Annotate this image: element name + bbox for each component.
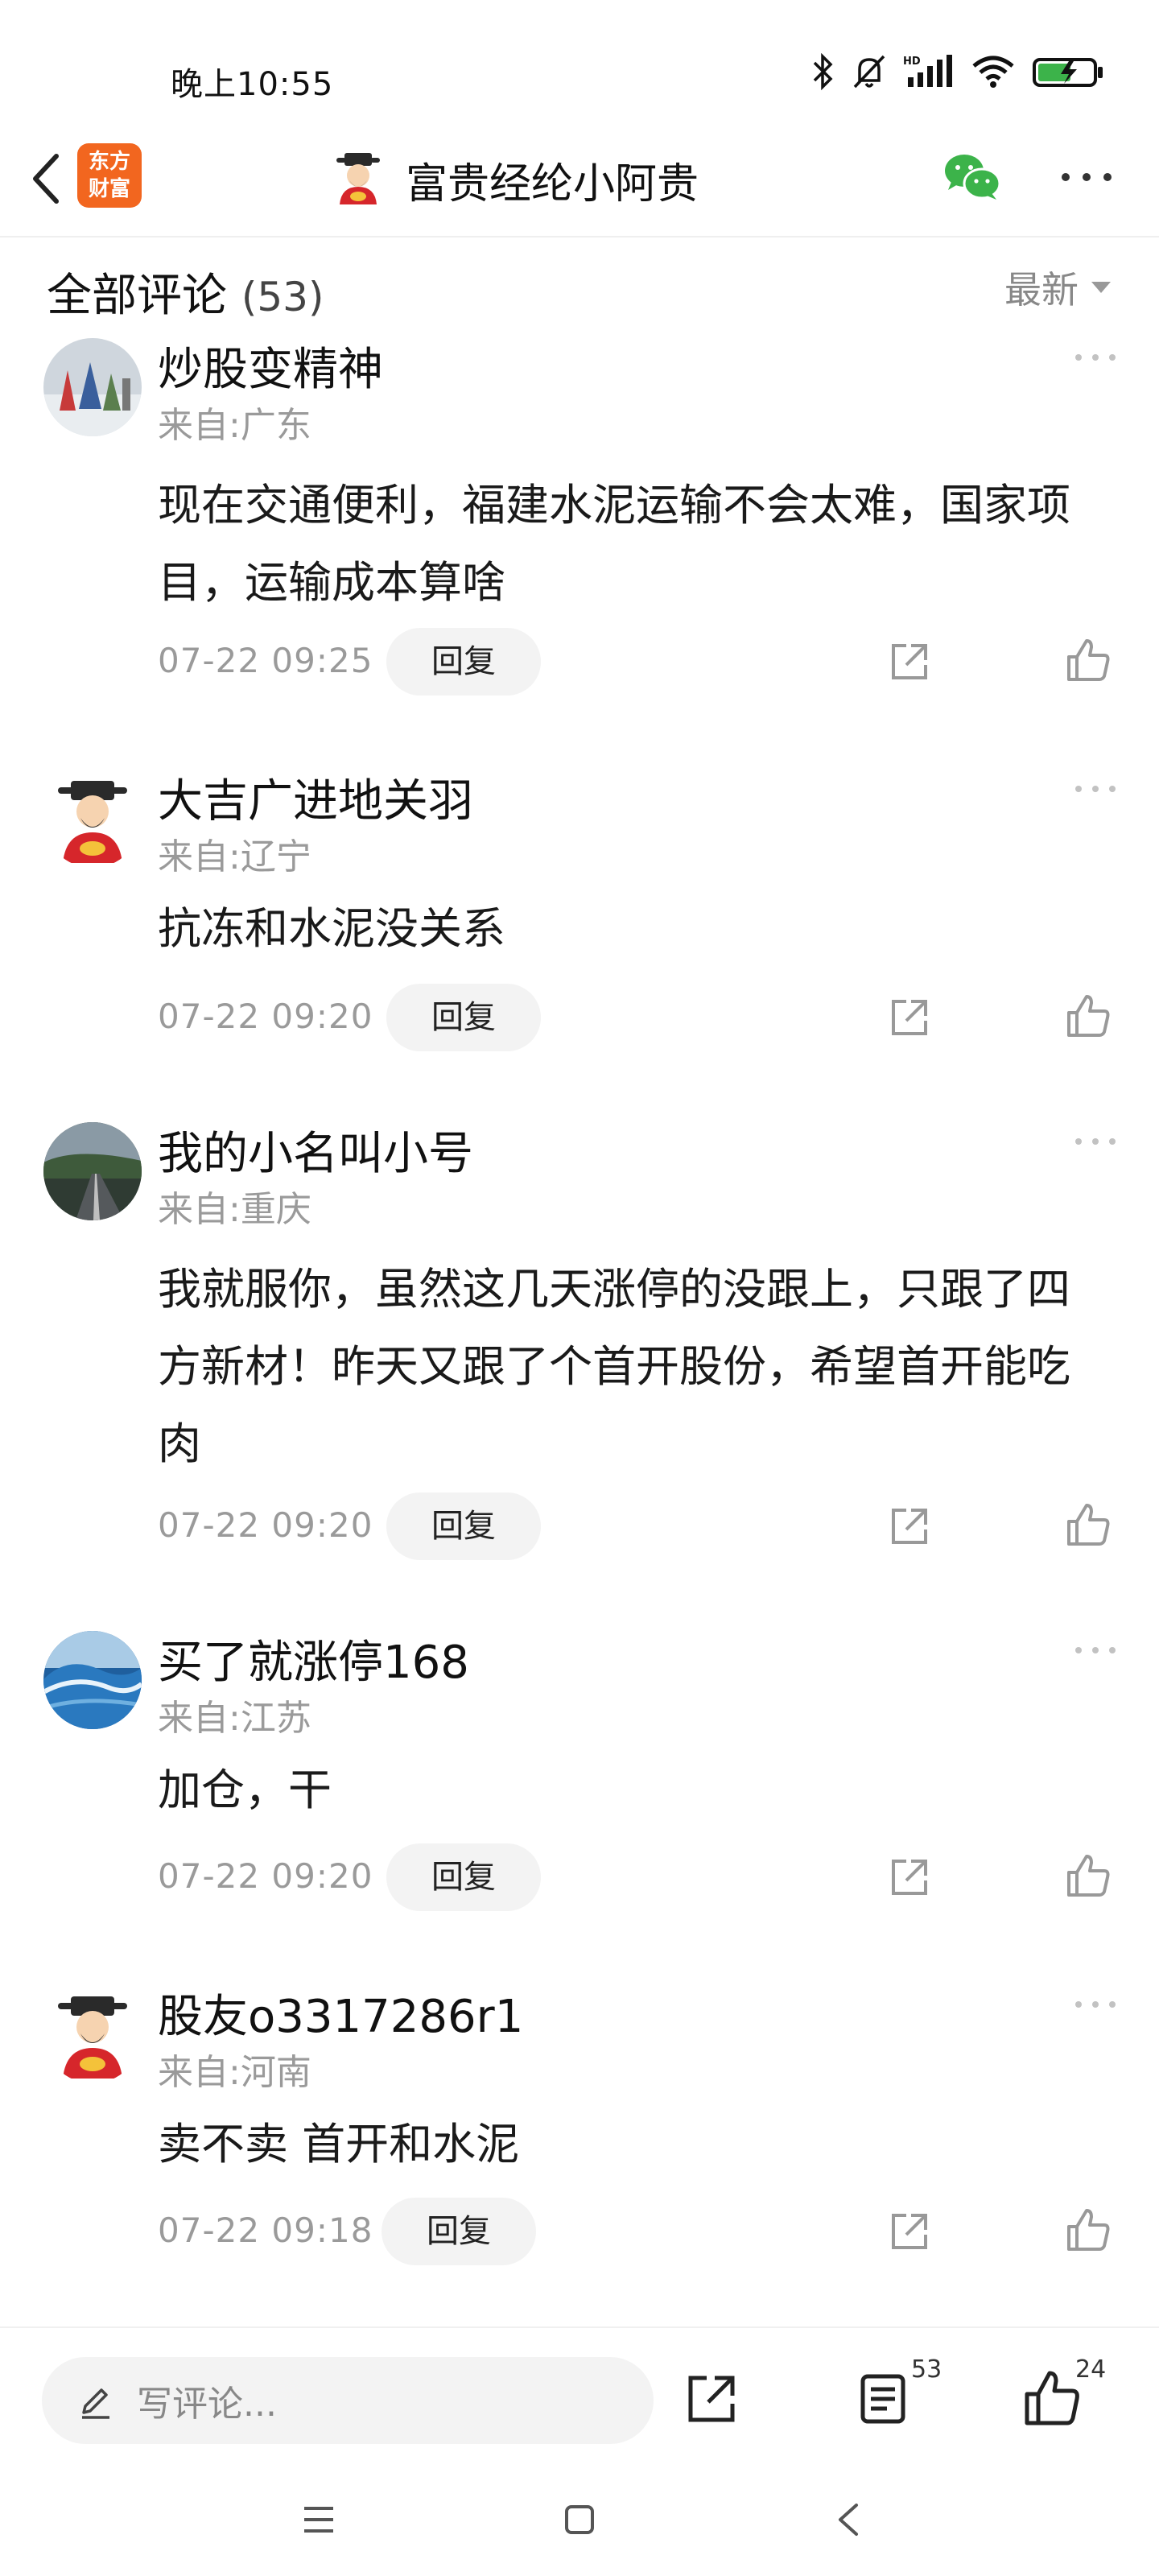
eastmoney-logo[interactable]: 东方 财富 [77,143,142,208]
author-title-group[interactable]: 富贵经纶小阿贵 [330,143,699,216]
share-icon[interactable] [885,638,934,686]
likes-count-badge: 24 [1075,2355,1107,2384]
thumbs-up-icon[interactable] [1021,2367,1083,2429]
god-of-wealth-avatar-icon [330,151,386,208]
more-options-icon[interactable] [1072,351,1119,364]
comment-footer: 07-22 09:20 回复 [158,1843,1124,1911]
signal-hd-icon: HD [903,53,955,90]
back-arrow-icon[interactable] [24,147,72,211]
status-icons: HD [811,53,1104,90]
thumbs-up-icon[interactable] [1064,992,1112,1040]
sort-dropdown[interactable]: 最新 [1004,261,1111,314]
bluetooth-icon [811,53,835,90]
reply-button[interactable]: 回复 [386,1492,541,1560]
system-navigation-bar [0,2463,1159,2576]
comment-location: 来自:辽宁 [158,836,311,877]
comments-list-icon[interactable] [855,2370,913,2428]
comment-location: 来自:重庆 [158,1189,311,1230]
comment-text: 抗冻和水泥没关系 [158,903,505,954]
reply-button[interactable]: 回复 [386,984,541,1051]
comment-date: 07-22 09:20 [158,1505,373,1545]
share-icon[interactable] [885,2207,934,2256]
comment-location: 来自:江苏 [158,1698,311,1739]
reply-button[interactable]: 回复 [386,628,541,696]
thumbs-up-icon[interactable] [1064,1852,1112,1900]
comment-username[interactable]: 买了就涨停168 [158,1626,469,1691]
share-icon[interactable] [683,2370,740,2428]
pencil-icon [77,2382,114,2419]
comment-date: 07-22 09:20 [158,1856,373,1896]
more-options-icon[interactable] [1072,1135,1119,1148]
back-triangle-icon[interactable] [834,2502,863,2537]
comment-username[interactable]: 炒股变精神 [158,333,383,398]
bottom-action-bar: 写评论... 53 24 [0,2326,1159,2455]
wechat-share-icon[interactable] [940,145,1004,209]
comment-text: 加仓，干 [158,1765,332,1815]
comment-footer: 07-22 09:20 回复 [158,1492,1124,1560]
more-options-icon[interactable] [1072,782,1119,795]
user-avatar[interactable] [43,1122,142,1220]
thumbs-up-icon[interactable] [1064,2206,1112,2254]
comment-date: 07-22 09:25 [158,641,373,680]
comment-location: 来自:广东 [158,405,311,446]
share-icon[interactable] [885,1502,934,1550]
user-avatar[interactable] [43,1985,142,2083]
logo-text-line1: 东方 [88,150,130,174]
comment-text: 现在交通便利，福建水泥运输不会太难，国家项目，运输成本算啥 [158,480,1070,608]
more-options-icon[interactable] [1072,1644,1119,1657]
comment-footer: 07-22 09:25 回复 [158,628,1124,696]
wifi-icon [971,53,1016,90]
more-options-icon[interactable] [1058,161,1116,193]
caret-down-icon [1091,282,1111,293]
comments-count: (53) [241,274,324,320]
comment-text: 我就服你，虽然这几天涨停的没跟上，只跟了四方新材！昨天又跟了个首开股份，希望首开… [158,1264,1070,1469]
comment-text: 卖不卖 首开和水泥 [158,2119,520,2169]
comments-title-label: 全部评论 [47,270,227,322]
home-square-icon[interactable] [563,2504,596,2536]
reply-button[interactable]: 回复 [386,1843,541,1911]
comment-date: 07-22 09:20 [158,997,373,1036]
share-icon[interactable] [885,1853,934,1901]
comment-username[interactable]: 我的小名叫小号 [158,1117,473,1183]
thumbs-up-icon[interactable] [1064,636,1112,684]
sort-label: 最新 [1004,268,1079,312]
user-avatar[interactable] [43,338,142,436]
comments-count-badge: 53 [911,2355,942,2384]
user-avatar[interactable] [43,1631,142,1729]
logo-text-line2: 财富 [88,177,130,201]
comment-footer: 07-22 09:18 回复 [158,2198,1124,2265]
svg-text:HD: HD [903,56,921,68]
more-options-icon[interactable] [1072,1998,1119,2011]
status-time: 晚上10:55 [171,66,334,103]
comments-section-header: 全部评论 (53) 最新 [0,242,1159,330]
thumbs-up-icon[interactable] [1064,1501,1112,1549]
comment-footer: 07-22 09:20 回复 [158,984,1124,1051]
comment-username[interactable]: 大吉广进地关羽 [158,765,473,830]
comment-date: 07-22 09:18 [158,2211,373,2250]
mute-icon [852,53,887,90]
comment-username[interactable]: 股友o3317286r1 [158,1980,523,2046]
write-comment-input[interactable]: 写评论... [42,2357,654,2444]
write-comment-placeholder: 写评论... [137,2384,277,2425]
battery-charging-icon [1032,53,1104,90]
all-comments-title: 全部评论 (53) [47,259,324,324]
reply-button[interactable]: 回复 [382,2198,536,2265]
share-icon[interactable] [885,993,934,1042]
menu-icon[interactable] [303,2505,335,2534]
author-name-title: 富贵经纶小阿贵 [406,159,699,208]
user-avatar[interactable] [43,770,142,868]
top-navigation-bar: 东方 财富 富贵经纶小阿贵 [0,129,1159,237]
comment-location: 来自:河南 [158,2052,311,2093]
